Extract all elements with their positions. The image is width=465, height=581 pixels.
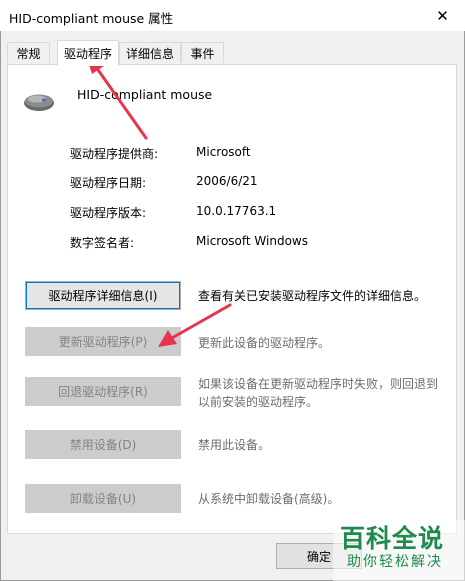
- watermark-slogan: 助你轻松解决: [347, 554, 443, 570]
- mouse-icon: [24, 94, 54, 111]
- driver-provider-label: 驱动程序提供商:: [70, 147, 159, 161]
- update-driver-button[interactable]: 更新驱动程序(P): [25, 327, 181, 356]
- close-icon: ✕: [436, 6, 449, 25]
- watermark-logo-text: 百科全说: [340, 524, 445, 553]
- roll-back-driver-description: 如果该设备在更新驱动程序时失败，则回退到以前安装的驱动程序。: [198, 377, 439, 409]
- driver-date-value: 2006/6/21: [196, 174, 258, 188]
- driver-version-label: 驱动程序版本:: [70, 206, 147, 220]
- disable-device-description: 禁用此设备。: [198, 438, 271, 452]
- tab-general[interactable]: 常规: [7, 42, 50, 63]
- tab-details[interactable]: 详细信息: [119, 42, 181, 63]
- tab-events[interactable]: 事件: [181, 42, 224, 63]
- uninstall-device-button[interactable]: 卸载设备(U): [25, 484, 181, 513]
- device-name: HID-compliant mouse: [77, 87, 213, 102]
- uninstall-device-description: 从系统中卸载设备(高级)。: [198, 492, 340, 506]
- disable-device-button[interactable]: 禁用设备(D): [25, 430, 181, 459]
- tab-driver[interactable]: 驱动程序: [57, 40, 119, 66]
- window-title: HID-compliant mouse 属性: [9, 11, 174, 26]
- roll-back-driver-button[interactable]: 回退驱动程序(R): [25, 377, 181, 406]
- title-bar: HID-compliant mouse 属性 ✕: [0, 0, 465, 31]
- driver-date-label: 驱动程序日期:: [70, 176, 147, 190]
- close-button[interactable]: ✕: [420, 0, 465, 31]
- driver-details-button[interactable]: 驱动程序详细信息(I): [25, 281, 181, 310]
- driver-provider-value: Microsoft: [196, 145, 251, 159]
- driver-details-description: 查看有关已安装驱动程序文件的详细信息。: [198, 289, 427, 303]
- driver-version-value: 10.0.17763.1: [196, 204, 277, 218]
- digital-signer-value: Microsoft Windows: [196, 234, 308, 248]
- digital-signer-label: 数字签名者:: [70, 236, 135, 250]
- update-driver-description: 更新此设备的驱动程序。: [198, 336, 331, 350]
